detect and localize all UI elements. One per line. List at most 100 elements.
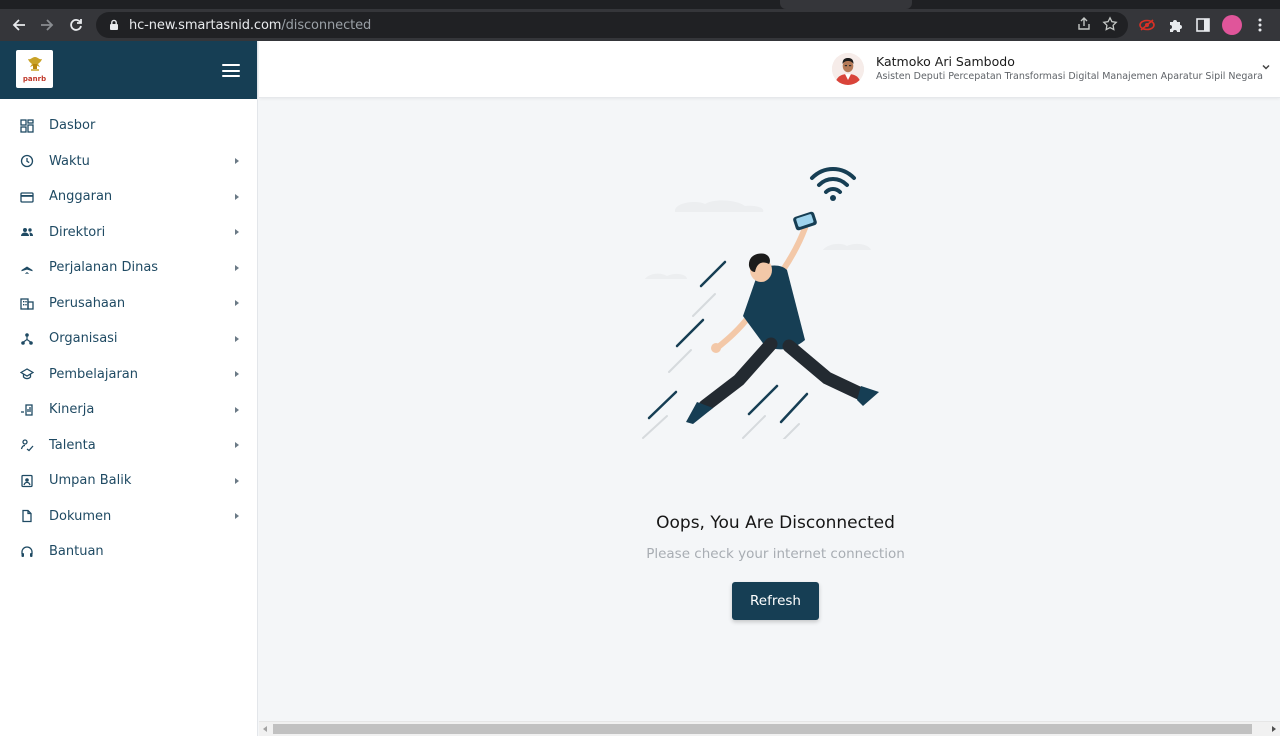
chart-icon: [20, 403, 34, 417]
address-bar[interactable]: hc-new.smartasnid.com/disconnected: [96, 12, 1128, 38]
side-panel-button[interactable]: [1192, 14, 1214, 36]
sidebar-item-waktu[interactable]: Waktu: [0, 144, 257, 180]
horizontal-scrollbar[interactable]: [259, 721, 1280, 736]
sidebar-item-label: Dokumen: [49, 508, 112, 524]
sidebar-item-dasbor[interactable]: Dasbor: [0, 108, 257, 144]
sidebar-item-label: Perjalanan Dinas: [49, 260, 159, 276]
sidebar-item-perusahaan[interactable]: Perusahaan: [0, 286, 257, 322]
app-root: panrb Dasbor Waktu Anggaran Direktori Perjal…: [0, 41, 1280, 736]
caret-right-icon: [235, 158, 239, 165]
sidebar-item-label: Talenta: [49, 437, 96, 453]
top-header: Katmoko Ari Sambodo Asisten Deputi Perce…: [259, 41, 1280, 98]
caret-right-icon: [235, 442, 239, 449]
url-host: hc-new.smartasnid.com: [129, 17, 282, 33]
arrow-right-icon: [41, 19, 54, 31]
caret-right-icon: [235, 513, 239, 520]
user-role: Asisten Deputi Percepatan Transformasi D…: [876, 71, 1263, 82]
profile-avatar: [1222, 15, 1242, 35]
caret-right-icon: [235, 335, 239, 342]
forward-button[interactable]: [33, 11, 61, 39]
user-name[interactable]: Katmoko Ari Sambodo: [876, 54, 1015, 69]
browser-tab-strip: [0, 0, 1280, 9]
sidebar-item-organisasi[interactable]: Organisasi: [0, 321, 257, 357]
arrow-left-icon: [12, 19, 25, 31]
talent-icon: [20, 438, 34, 452]
caret-right-icon: [235, 264, 239, 271]
sidebar-item-label: Organisasi: [49, 331, 118, 347]
hamburger-menu-button[interactable]: [222, 64, 240, 77]
sidebar: panrb Dasbor Waktu Anggaran Direktori Perjal…: [0, 41, 258, 736]
extension-eye-button[interactable]: [1136, 14, 1158, 36]
graduation-icon: [20, 367, 34, 381]
star-icon[interactable]: [1102, 16, 1118, 32]
wifi-icon: [810, 167, 856, 194]
sidebar-item-label: Waktu: [49, 153, 90, 169]
sidebar-item-anggaran[interactable]: Anggaran: [0, 179, 257, 215]
user-photo: [832, 53, 864, 85]
sidebar-item-label: Pembelajaran: [49, 366, 138, 382]
chevron-down-icon[interactable]: [1260, 61, 1272, 73]
caret-right-icon: [235, 229, 239, 236]
sidebar-item-label: Anggaran: [49, 189, 113, 205]
sidebar-item-label: Umpan Balik: [49, 473, 132, 489]
caret-right-icon: [235, 406, 239, 413]
caret-right-icon: [235, 371, 239, 378]
sidebar-item-label: Bantuan: [49, 544, 104, 560]
scroll-right-arrow[interactable]: [1272, 726, 1276, 732]
user-avatar[interactable]: [832, 53, 864, 85]
sidebar-item-umpan-balik[interactable]: Umpan Balik: [0, 463, 257, 499]
url-text: hc-new.smartasnid.com/disconnected: [129, 18, 371, 33]
eye-slash-icon: [1139, 19, 1155, 31]
scrollbar-thumb[interactable]: [273, 724, 1252, 734]
side-panel-icon: [1196, 18, 1210, 32]
back-button[interactable]: [5, 11, 33, 39]
sidebar-item-perjalanan-dinas[interactable]: Perjalanan Dinas: [0, 250, 257, 286]
dashboard-icon: [20, 119, 34, 133]
caret-right-icon: [235, 300, 239, 307]
active-browser-tab[interactable]: [780, 0, 912, 9]
sidebar-item-kinerja[interactable]: Kinerja: [0, 392, 257, 428]
extensions-button[interactable]: [1164, 14, 1186, 36]
sidebar-item-label: Perusahaan: [49, 295, 126, 311]
lock-icon: [110, 19, 118, 30]
panrb-logo[interactable]: panrb: [16, 50, 53, 88]
puzzle-icon: [1169, 19, 1182, 32]
org-icon: [20, 332, 34, 346]
sidebar-item-label: Dasbor: [49, 118, 96, 134]
document-icon: [20, 509, 34, 523]
card-icon: [20, 190, 34, 204]
sidebar-item-pembelajaran[interactable]: Pembelajaran: [0, 357, 257, 393]
disconnected-subtitle: Please check your internet connection: [646, 546, 905, 562]
browser-toolbar: hc-new.smartasnid.com/disconnected: [0, 9, 1280, 41]
people-icon: [20, 225, 34, 239]
main-content: Oops, You Are Disconnected Please check …: [259, 98, 1280, 721]
scroll-left-arrow[interactable]: [263, 726, 267, 732]
disconnected-illustration: [642, 167, 879, 439]
sidebar-item-bantuan[interactable]: Bantuan: [0, 534, 257, 570]
reload-button[interactable]: [62, 11, 90, 39]
caret-right-icon: [235, 477, 239, 484]
sidebar-item-direktori[interactable]: Direktori: [0, 215, 257, 251]
sidebar-item-dokumen[interactable]: Dokumen: [0, 499, 257, 535]
headset-icon: [20, 545, 34, 559]
chrome-menu-button[interactable]: [1249, 14, 1271, 36]
reload-icon: [70, 19, 82, 31]
url-path: /disconnected: [281, 17, 372, 33]
sidebar-menu: Dasbor Waktu Anggaran Direktori Perjalanan D…: [0, 99, 257, 570]
logo-text: panrb: [22, 75, 47, 83]
kebab-menu-icon: [1258, 18, 1262, 32]
sidebar-header: panrb: [0, 41, 257, 99]
sidebar-item-talenta[interactable]: Talenta: [0, 428, 257, 464]
airplane-icon: [20, 261, 34, 275]
share-icon[interactable]: [1076, 16, 1092, 32]
building-icon: [20, 296, 34, 310]
profile-button[interactable]: [1221, 14, 1243, 36]
sidebar-item-label: Kinerja: [49, 402, 95, 418]
refresh-button[interactable]: Refresh: [732, 582, 819, 620]
disconnected-title: Oops, You Are Disconnected: [656, 513, 895, 533]
clock-icon: [20, 154, 34, 168]
sidebar-item-label: Direktori: [49, 224, 106, 240]
caret-right-icon: [235, 193, 239, 200]
feedback-icon: [20, 474, 34, 488]
garuda-emblem-icon: [27, 57, 42, 71]
